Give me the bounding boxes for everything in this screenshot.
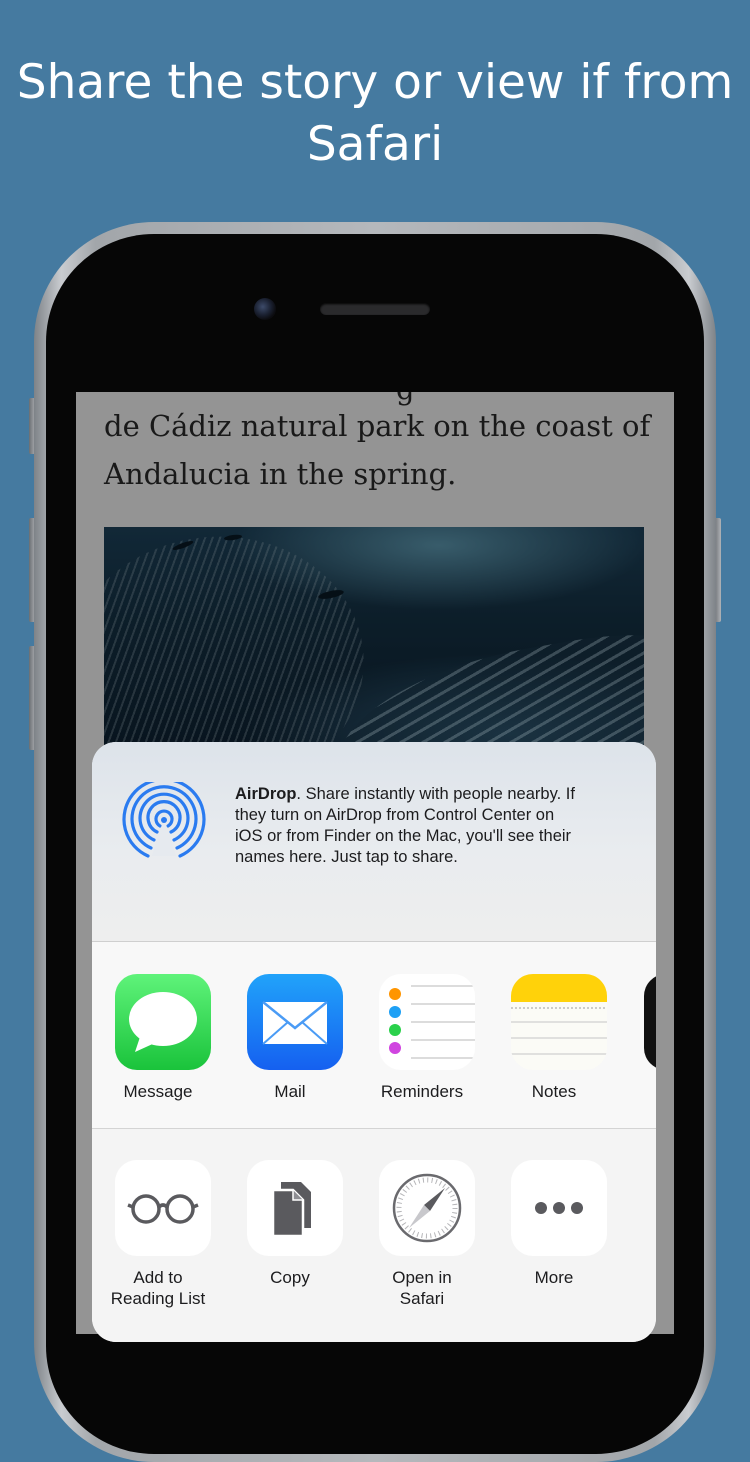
headline-line-2: Safari xyxy=(306,117,444,172)
share-app-message-label: Message xyxy=(123,1082,193,1101)
airdrop-text-line-4: names here. Just tap to share. xyxy=(235,848,458,866)
airdrop-text-line-1: . Share instantly with people nearby. If xyxy=(296,785,575,803)
share-sheet: AirDrop. Share instantly with people nea… xyxy=(92,742,656,1342)
share-app-notes-label: Notes xyxy=(531,1082,577,1101)
share-app-message[interactable]: Message xyxy=(92,974,224,1114)
action-more[interactable]: More xyxy=(488,1160,620,1320)
action-copy[interactable]: Copy xyxy=(224,1160,356,1320)
action-open-in-safari[interactable]: Open in Safari xyxy=(356,1160,488,1320)
action-safari-label: Open in Safari xyxy=(351,1267,493,1309)
airdrop-description: AirDrop. Share instantly with people nea… xyxy=(235,784,635,868)
message-icon xyxy=(115,974,211,1070)
reminders-icon xyxy=(379,974,475,1070)
action-safari-label-line-1: Open in xyxy=(392,1268,452,1287)
action-reading-list-label: Add to Reading List xyxy=(92,1267,229,1309)
share-app-mail-label: Mail xyxy=(274,1082,306,1101)
share-app-mail[interactable]: Mail xyxy=(224,974,356,1114)
glasses-icon xyxy=(115,1160,211,1256)
action-copy-label: Copy xyxy=(219,1267,361,1288)
share-apps-row: Message Mail Reminders Notes xyxy=(92,942,656,1129)
airdrop-icon xyxy=(122,782,206,858)
copy-icon xyxy=(247,1160,343,1256)
mail-icon xyxy=(247,974,343,1070)
airdrop-text-line-2: they turn on AirDrop from Control Center… xyxy=(235,806,555,824)
share-app-partial-icon[interactable] xyxy=(644,974,656,1070)
share-app-reminders[interactable]: Reminders xyxy=(356,974,488,1114)
share-app-notes[interactable]: Notes xyxy=(488,974,620,1114)
action-reading-list-label-line-2: Reading List xyxy=(110,1289,206,1308)
action-safari-label-line-2: Safari xyxy=(399,1289,445,1308)
share-app-reminders-label: Reminders xyxy=(380,1082,464,1101)
action-copy-label-line-1: Copy xyxy=(270,1268,310,1287)
action-more-label: More xyxy=(483,1267,625,1288)
action-more-label-line-1: More xyxy=(534,1268,574,1287)
safari-compass-icon xyxy=(379,1160,475,1256)
promo-headline: Share the story or view if from Safari xyxy=(0,52,750,176)
airdrop-text-line-3: iOS or from Finder on the Mac, you'll se… xyxy=(235,827,572,845)
action-add-to-reading-list[interactable]: Add to Reading List xyxy=(92,1160,224,1320)
more-dots-icon xyxy=(511,1160,607,1256)
share-actions-row: Add to Reading List Copy Open in Safari … xyxy=(92,1129,656,1342)
notes-icon xyxy=(511,974,607,1070)
action-reading-list-label-line-1: Add to xyxy=(133,1268,183,1287)
headline-line-1: Share the story or view if from xyxy=(16,55,734,110)
front-camera xyxy=(254,298,276,320)
airdrop-section[interactable]: AirDrop. Share instantly with people nea… xyxy=(92,742,656,942)
airdrop-title: AirDrop xyxy=(235,785,297,803)
earpiece-speaker xyxy=(320,303,430,315)
